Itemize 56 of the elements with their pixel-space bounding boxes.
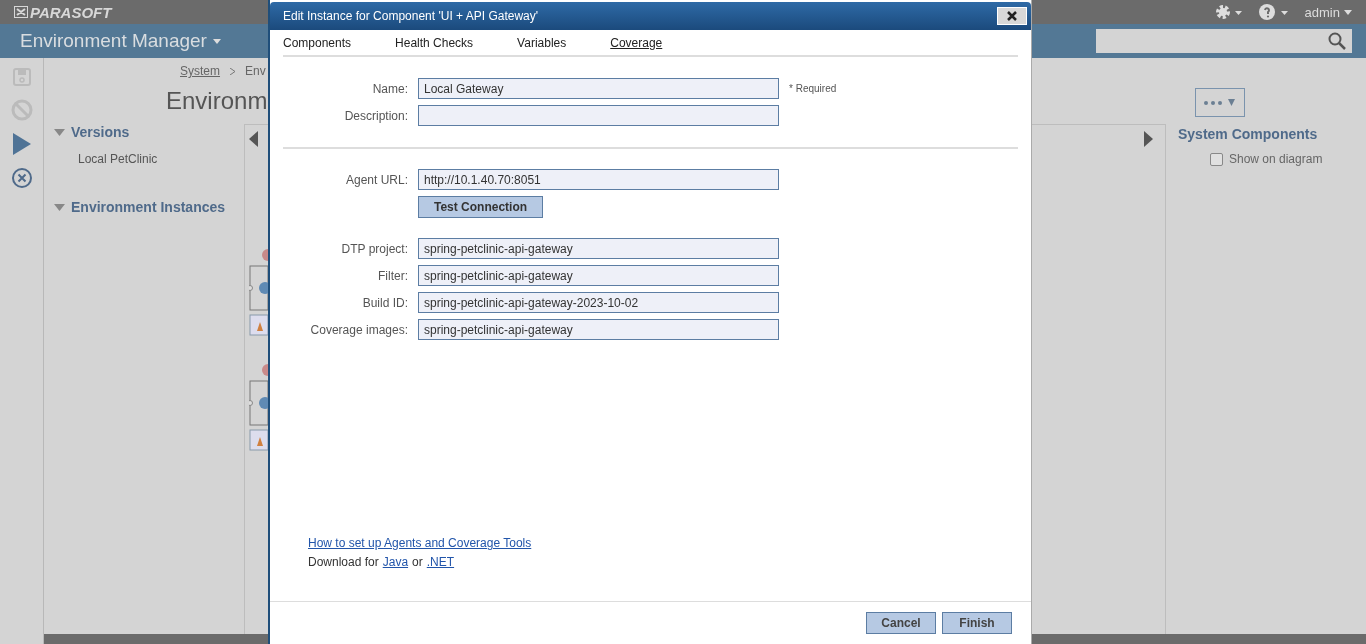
java-link[interactable]: Java [382, 555, 409, 569]
breadcrumb-item: Env [245, 64, 266, 78]
text-field[interactable]: spring-petclinic-api-gateway [418, 265, 779, 286]
test-connection-button[interactable]: Test Connection [418, 196, 543, 218]
more-options-button[interactable] [1195, 88, 1245, 117]
tab[interactable]: Components [283, 35, 352, 50]
dialog-button[interactable]: Cancel [866, 612, 936, 634]
panel-title: System Components [1178, 126, 1319, 142]
dialog-title: Edit Instance for Component 'UI + API Gateway' [283, 9, 540, 23]
close-button[interactable] [997, 7, 1027, 25]
caret-icon [1344, 9, 1352, 15]
tab[interactable]: Variables [517, 35, 567, 50]
collapse-triangle-icon[interactable] [54, 203, 65, 211]
page-title: Environm [166, 86, 268, 116]
tab[interactable]: Health Checks [395, 35, 474, 50]
chevron-icon [230, 67, 235, 75]
more-icon [1203, 96, 1237, 107]
field-label: Filter: [377, 268, 408, 283]
close-icon [1007, 11, 1017, 21]
user-menu[interactable]: admin [1304, 4, 1352, 20]
collapse-triangle-icon[interactable] [54, 128, 65, 136]
settings-icon[interactable] [1214, 4, 1243, 20]
play-icon[interactable] [12, 133, 31, 155]
version-item[interactable]: Local PetClinic [54, 152, 234, 166]
text-field[interactable]: spring-petclinic-api-gateway [418, 238, 779, 259]
show-on-diagram-checkbox[interactable]: Show on diagram [1210, 152, 1354, 166]
help-icon[interactable] [1258, 4, 1289, 20]
scroll-left-icon[interactable] [249, 131, 258, 147]
download-label: Download for [308, 555, 379, 569]
search-icon [1328, 32, 1346, 50]
text-field[interactable]: http://10.1.40.70:8051 [418, 169, 779, 190]
text-field[interactable] [418, 105, 779, 126]
field-label: Description: [343, 108, 408, 123]
required-note: * Required [789, 83, 838, 94]
field-label: DTP project: [340, 241, 408, 256]
brand-logo: PARASOFT [30, 3, 112, 21]
tab[interactable]: Coverage [610, 35, 663, 50]
text-field[interactable]: spring-petclinic-api-gateway-2023-10-02 [418, 292, 779, 313]
search-field[interactable] [1096, 29, 1352, 53]
section-title: Versions [71, 124, 130, 140]
text-field[interactable]: Local Gateway [418, 78, 779, 99]
field-label: Build ID: [361, 295, 408, 310]
scroll-right-icon[interactable] [1144, 131, 1153, 147]
logo-icon [14, 6, 28, 18]
field-label: Agent URL: [344, 172, 408, 187]
text-field[interactable]: spring-petclinic-api-gateway [418, 319, 779, 340]
or-label: or [412, 555, 423, 569]
dotnet-link[interactable]: .NET [426, 555, 455, 569]
field-label: Name: [371, 81, 408, 96]
dialog-button[interactable]: Finish [942, 612, 1012, 634]
breadcrumb-link[interactable]: System [180, 64, 220, 78]
section-title: Environment Instances [71, 199, 226, 215]
help-link[interactable]: How to set up Agents and Coverage Tools [308, 536, 1031, 550]
close-icon[interactable] [10, 167, 33, 189]
field-label: Coverage images: [309, 322, 408, 337]
caret-icon [212, 38, 221, 44]
